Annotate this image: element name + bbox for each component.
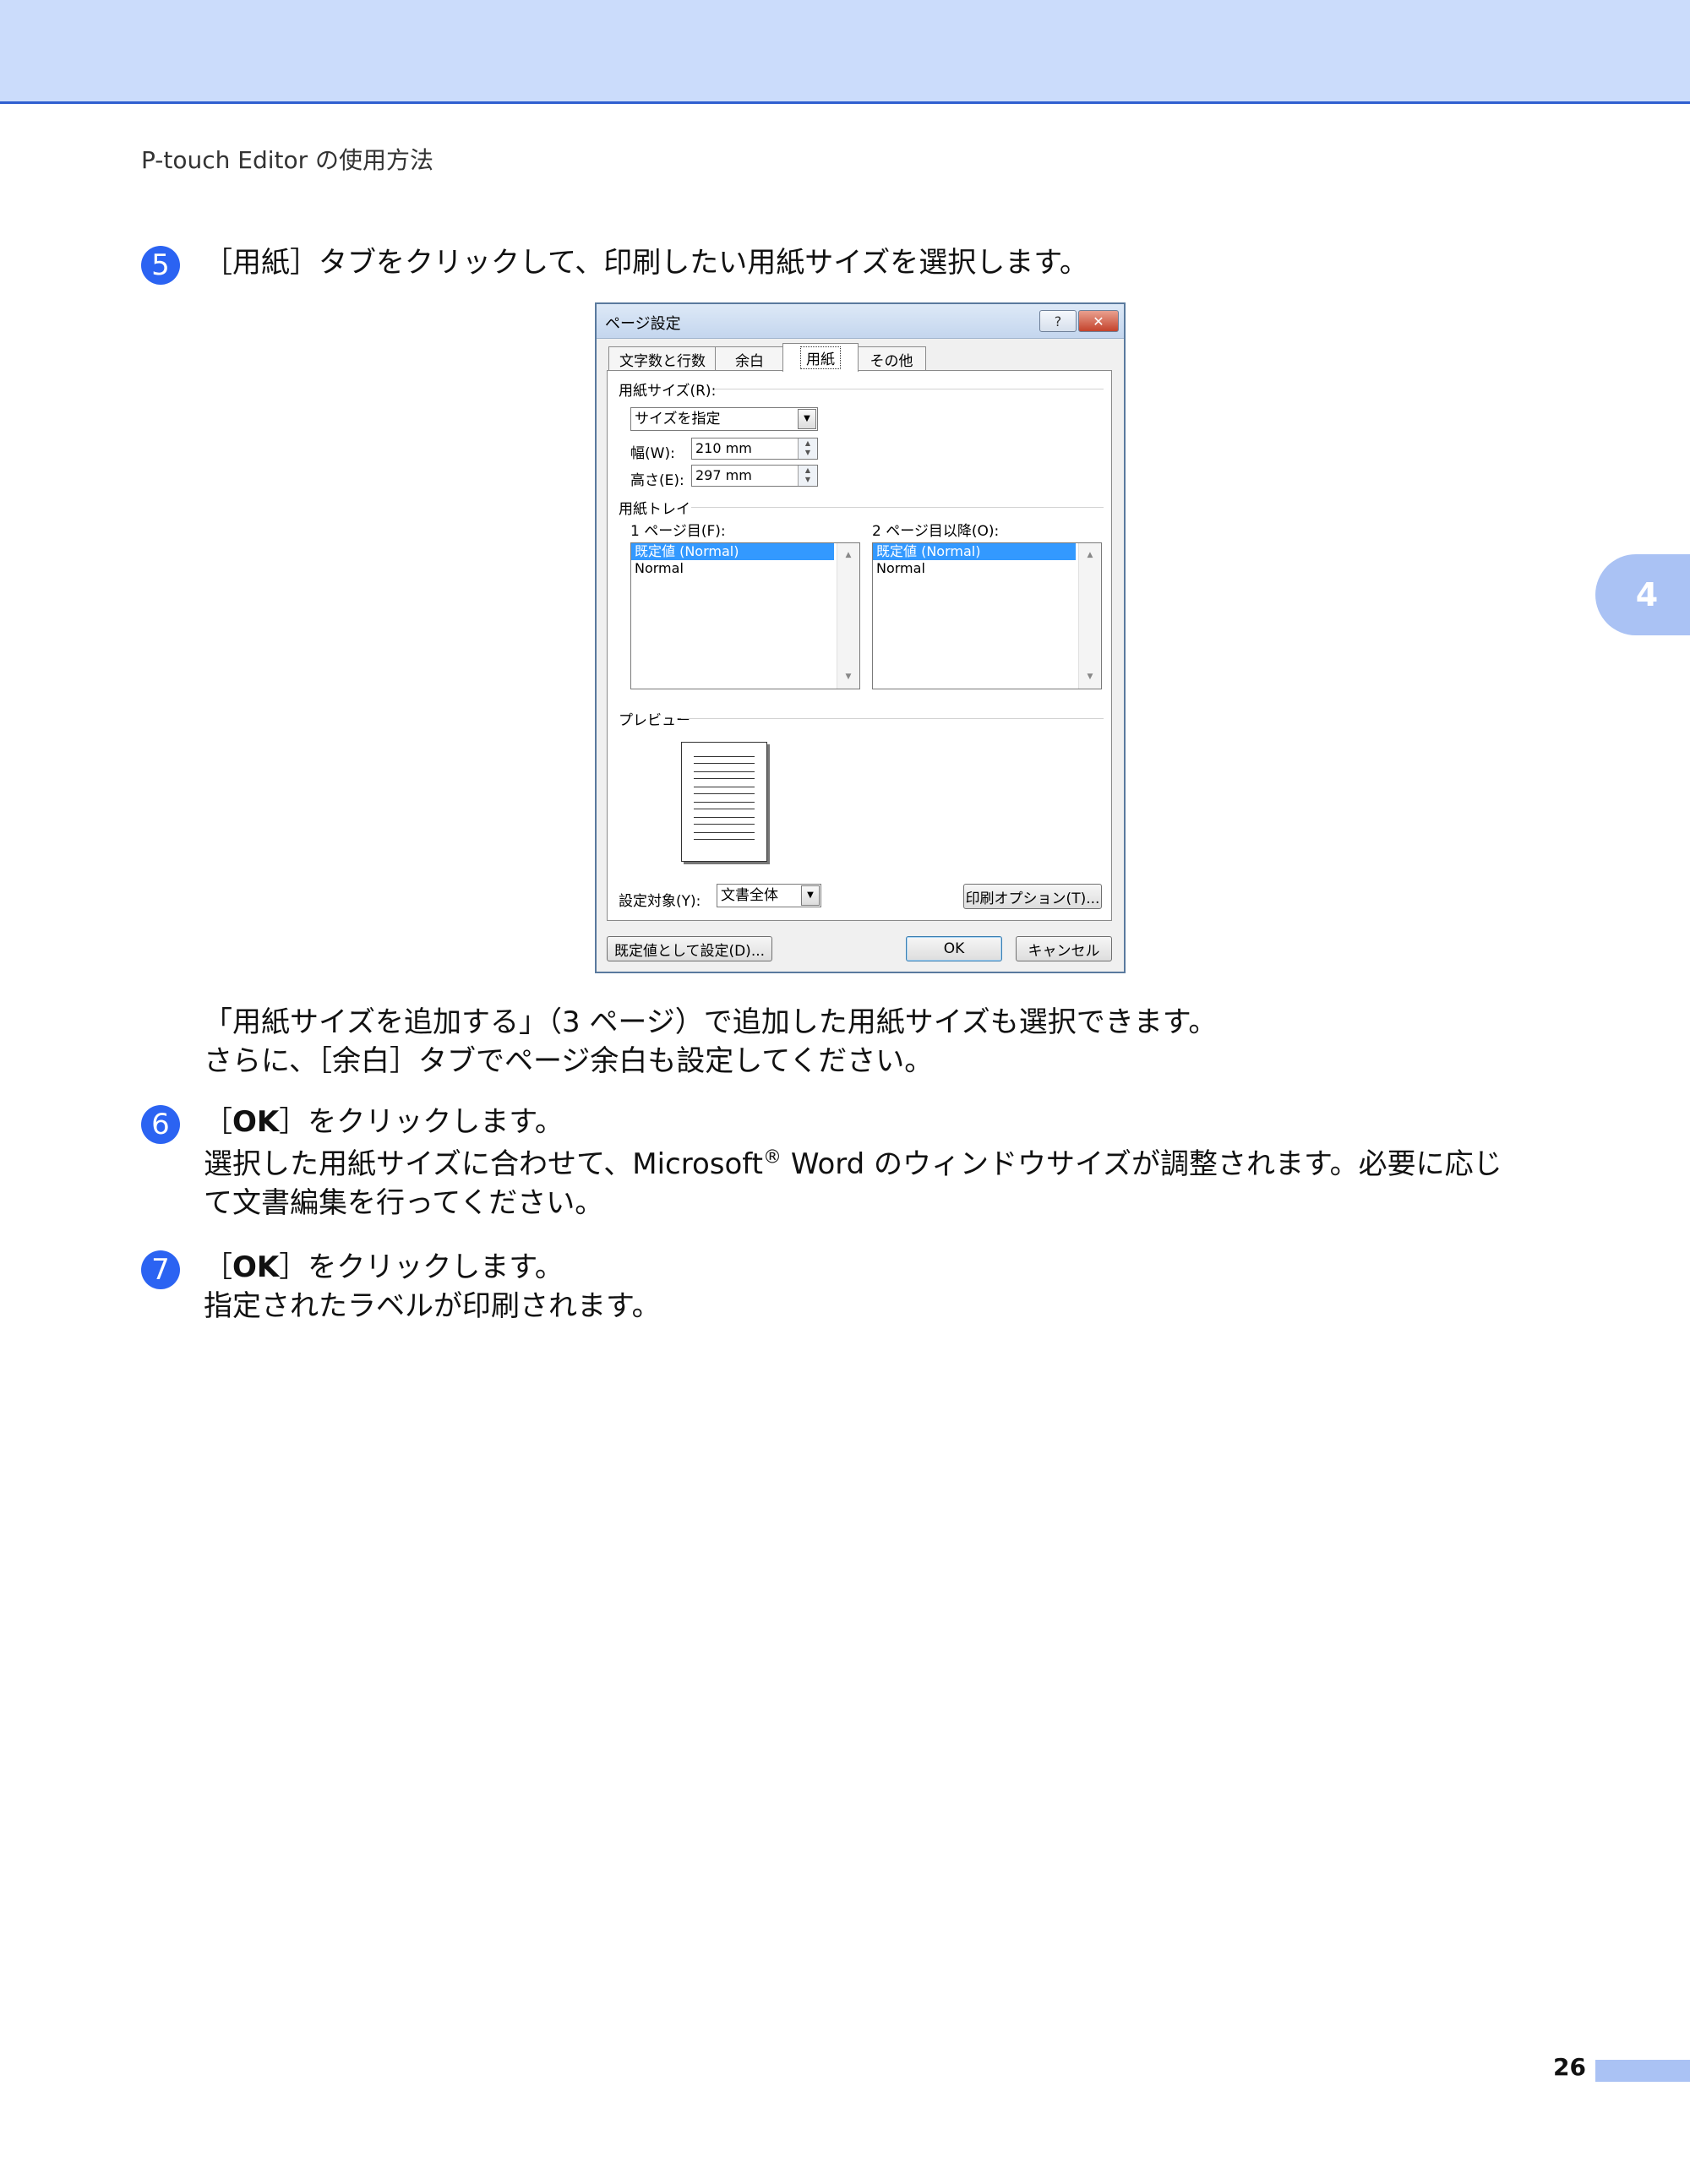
bracket-open: ［ [204, 1105, 232, 1139]
page-number: 26 [1553, 2053, 1586, 2081]
step-number-5: 5 [141, 246, 180, 285]
height-input[interactable]: 297 mm ▲ ▼ [691, 465, 818, 487]
dialog-title: ページ設定 [605, 315, 681, 333]
preview-text-line [694, 793, 755, 794]
top-header-band [0, 0, 1690, 104]
close-button[interactable]: ✕ [1078, 310, 1119, 332]
tab-margins[interactable]: 余白 [715, 346, 784, 371]
step-number-6: 6 [141, 1105, 180, 1144]
scroll-up-icon[interactable]: ▲ [837, 547, 859, 564]
tab-other[interactable]: その他 [857, 346, 926, 371]
scroll-down-icon[interactable]: ▼ [1079, 668, 1101, 685]
paper-tray-label: 用紙トレイ [619, 501, 690, 518]
step-6: 6 ［OK］をクリックします。 [141, 1102, 564, 1144]
apply-to-label: 設定対象(Y): [619, 893, 701, 910]
step-6-instruction: ］をクリックします。 [279, 1105, 564, 1139]
help-button[interactable]: ? [1039, 310, 1077, 332]
apply-to-value: 文書全体 [721, 887, 778, 904]
tab-paper[interactable]: 用紙 [782, 343, 859, 372]
paper-size-label: 用紙サイズ(R): [619, 383, 717, 400]
set-as-default-button[interactable]: 既定値として設定(D)... [607, 936, 772, 961]
step-5: 5 ［用紙］タブをクリックして、印刷したい用紙サイズを選択します。 [141, 242, 1088, 285]
preview-text-line [694, 802, 755, 803]
ok-label: OK [232, 1250, 280, 1284]
paper-size-select[interactable]: サイズを指定 ▼ [630, 407, 818, 431]
ok-label: OK [232, 1105, 280, 1139]
width-label: 幅(W): [630, 445, 675, 462]
cancel-button[interactable]: キャンセル [1016, 936, 1112, 961]
apply-to-select[interactable]: 文書全体 ▼ [717, 884, 821, 907]
preview-text-line [694, 778, 755, 779]
body-text: 選択した用紙サイズに合わせて、Microsoft [204, 1147, 764, 1181]
list-item[interactable]: 既定値 (Normal) [873, 543, 1076, 560]
list-item[interactable]: Normal [631, 560, 859, 577]
first-page-label: 1 ページ目(F): [630, 523, 726, 540]
divider [691, 507, 1104, 508]
chapter-tab: 4 [1595, 554, 1690, 635]
body-text: Word のウィンドウサイズが調整されます。必要に応じ [782, 1147, 1502, 1181]
tab-label: 余白 [735, 352, 764, 370]
preview-label: プレビュー [619, 712, 690, 729]
page-setup-dialog: ページ設定 ? ✕ 文字数と行数 余白 用紙 その他 用紙サイズ(R): サイズ… [595, 302, 1126, 973]
step-5-text: ［用紙］タブをクリックして、印刷したい用紙サイズを選択します。 [204, 246, 1088, 280]
preview-text-line [694, 839, 755, 840]
step-7-body: 指定されたラベルが印刷されます。 [204, 1289, 661, 1323]
bracket-open: ［ [204, 1250, 232, 1284]
print-options-button[interactable]: 印刷オプション(T)... [963, 884, 1102, 909]
width-value: 210 mm [695, 440, 752, 456]
list-item[interactable]: Normal [873, 560, 1101, 577]
step-5-note-2: さらに、［余白］タブでページ余白も設定してください。 [204, 1044, 934, 1078]
tab-label: 文字数と行数 [619, 352, 706, 370]
dialog-titlebar: ページ設定 ? ✕ [597, 304, 1124, 339]
preview-text-line [694, 771, 755, 772]
step-7: 7 ［OK］をクリックします。 [141, 1247, 564, 1289]
other-pages-label: 2 ページ目以降(O): [872, 523, 1000, 540]
preview-text-line [694, 824, 755, 825]
paper-size-value: サイズを指定 [635, 411, 721, 428]
step-7-text: ［OK］をクリックします。 [204, 1247, 564, 1288]
step-number-7: 7 [141, 1250, 180, 1289]
tab-characters-lines[interactable]: 文字数と行数 [608, 346, 717, 371]
running-title: P-touch Editor の使用方法 [141, 146, 434, 174]
first-page-tray-list[interactable]: 既定値 (Normal) Normal ▲ ▼ [630, 542, 860, 689]
scrollbar[interactable]: ▲ ▼ [1078, 543, 1101, 689]
height-spinner-icon[interactable]: ▲ ▼ [798, 466, 817, 486]
other-pages-tray-list[interactable]: 既定値 (Normal) Normal ▲ ▼ [872, 542, 1102, 689]
preview-text-line [694, 832, 755, 833]
step-5-note-1: 「用紙サイズを追加する」（3 ページ）で追加した用紙サイズも選択できます。 [204, 1005, 1218, 1039]
chevron-down-icon[interactable]: ▼ [798, 409, 816, 429]
step-6-body-1: 選択した用紙サイズに合わせて、Microsoft® Word のウィンドウサイズ… [204, 1144, 1502, 1185]
width-input[interactable]: 210 mm ▲ ▼ [691, 438, 818, 460]
page-preview-icon [681, 742, 767, 862]
chevron-down-icon[interactable]: ▼ [801, 885, 820, 906]
step-7-instruction: ］をクリックします。 [279, 1250, 564, 1284]
scroll-up-icon[interactable]: ▲ [1079, 547, 1101, 564]
step-6-body-2: て文書編集を行ってください。 [204, 1186, 604, 1220]
scrollbar[interactable]: ▲ ▼ [837, 543, 859, 689]
preview-text-line [694, 763, 755, 764]
width-spinner-icon[interactable]: ▲ ▼ [798, 438, 817, 459]
preview-text-line [694, 756, 755, 757]
ok-button[interactable]: OK [906, 936, 1002, 961]
divider [681, 718, 1104, 719]
list-item[interactable]: 既定値 (Normal) [631, 543, 834, 560]
height-value: 297 mm [695, 467, 752, 483]
preview-text-line [694, 817, 755, 818]
step-6-text: ［OK］をクリックします。 [204, 1102, 564, 1142]
page-number-bar [1595, 2060, 1690, 2082]
tab-label: 用紙 [800, 346, 841, 369]
scroll-down-icon[interactable]: ▼ [837, 668, 859, 685]
registered-mark: ® [763, 1146, 782, 1168]
height-label: 高さ(E): [630, 472, 684, 489]
tab-label: その他 [870, 352, 913, 370]
